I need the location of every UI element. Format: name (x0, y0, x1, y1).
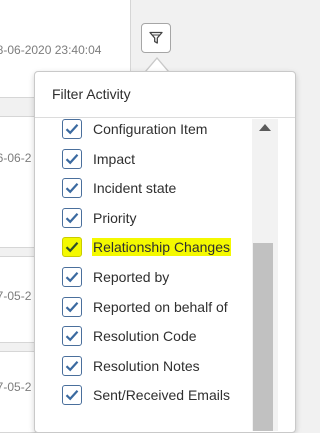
checkbox[interactable] (62, 178, 82, 199)
checkmark-icon (65, 272, 79, 283)
filter-funnel-icon (149, 31, 163, 44)
activity-date: 08-06-2020 23:40:04 (0, 43, 102, 57)
filter-option-configuration-item[interactable]: Configuration Item (35, 116, 255, 146)
option-label: Sent/Received Emails (93, 387, 230, 404)
checkmark-icon (65, 301, 79, 312)
checkmark-icon (65, 124, 79, 135)
filter-option-resolution-code[interactable]: Resolution Code (35, 323, 255, 353)
filter-option-impact[interactable]: Impact (35, 146, 255, 176)
activity-date: 27-05-2 (0, 380, 32, 394)
option-label: Resolution Notes (93, 357, 200, 374)
checkmark-icon (65, 390, 79, 401)
checkbox[interactable] (62, 237, 82, 258)
popover-title: Filter Activity (52, 86, 131, 102)
checkmark-icon (65, 183, 79, 194)
option-label: Relationship Changes (92, 238, 231, 257)
checkmark-icon (65, 331, 79, 342)
checkbox[interactable] (62, 266, 82, 287)
option-label: Impact (93, 150, 136, 167)
checkbox[interactable] (62, 355, 82, 376)
checkmark-icon (65, 153, 79, 164)
filter-option-priority[interactable]: Priority (35, 205, 255, 235)
option-label: Configuration Item (93, 121, 208, 137)
checkbox[interactable] (62, 119, 82, 139)
filter-option-reported-by[interactable]: Reported by (35, 264, 255, 294)
option-label: Priority (93, 209, 137, 226)
scrollbar-thumb[interactable] (253, 243, 273, 431)
checkbox[interactable] (62, 385, 82, 406)
checkbox[interactable] (62, 207, 82, 228)
checkmark-icon (65, 242, 79, 253)
filter-option-incident-state[interactable]: Incident state (35, 175, 255, 205)
filter-button[interactable] (141, 23, 171, 53)
filter-options-list: Configuration Item Impact Incident state… (35, 119, 255, 415)
filter-option-relationship-changes[interactable]: Relationship Changes (35, 234, 255, 264)
option-label: Reported on behalf of (93, 298, 228, 315)
checkbox[interactable] (62, 148, 82, 169)
checkmark-icon (65, 212, 79, 224)
option-label: Reported by (93, 268, 170, 285)
scrollbar[interactable] (252, 119, 278, 431)
activity-date: 06-06-2 (0, 151, 32, 165)
option-label: Incident state (93, 180, 177, 197)
filter-activity-popover: Filter Activity Configuration Item Impac… (34, 71, 296, 433)
scroll-up-arrow-icon[interactable] (259, 124, 271, 131)
checkbox[interactable] (62, 296, 82, 317)
option-label: Resolution Code (93, 328, 197, 345)
checkbox[interactable] (62, 326, 82, 347)
filter-option-reported-on-behalf-of[interactable]: Reported on behalf of (35, 294, 255, 324)
filter-option-resolution-notes[interactable]: Resolution Notes (35, 353, 255, 383)
activity-date: 27-05-2 (0, 289, 32, 303)
checkmark-icon (65, 360, 79, 372)
filter-option-sent-received-emails[interactable]: Sent/Received Emails (35, 382, 255, 412)
